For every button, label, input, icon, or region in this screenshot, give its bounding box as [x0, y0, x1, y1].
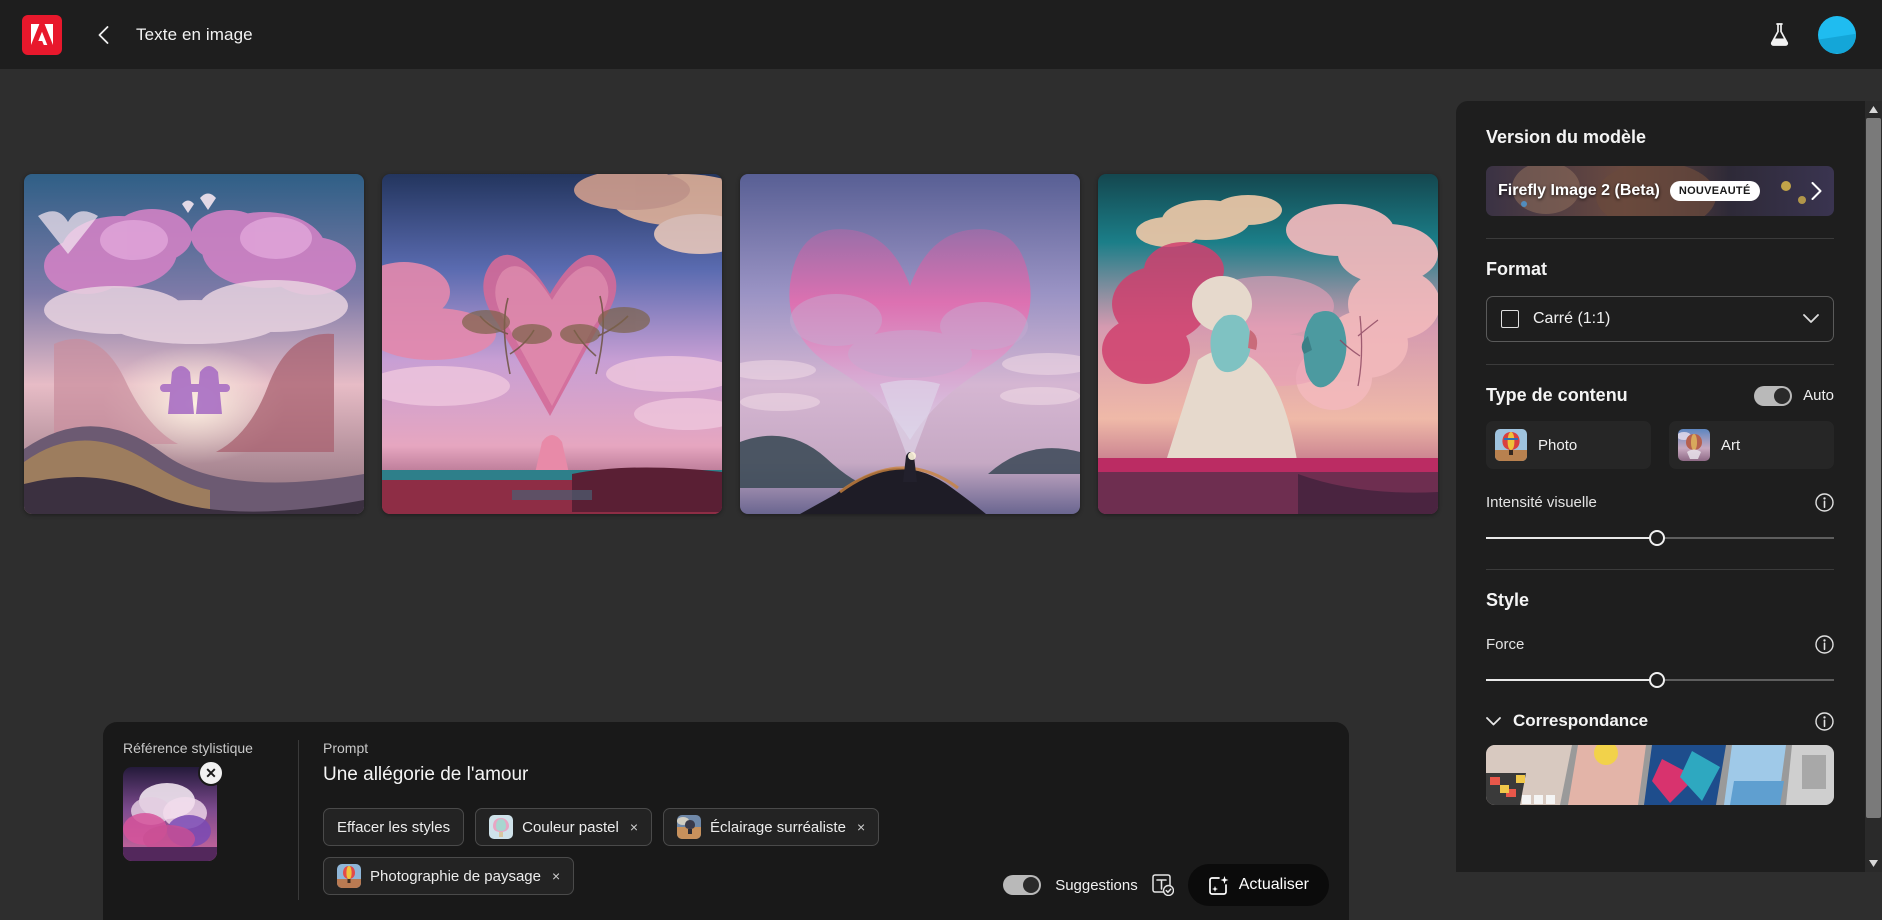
prompt-bar: Référence stylistique ✕ Prompt Une allég…: [103, 722, 1349, 920]
user-avatar[interactable]: [1818, 15, 1856, 54]
scrollbar-thumb[interactable]: [1866, 118, 1881, 818]
style-reference-section: Référence stylistique ✕: [103, 740, 299, 900]
chevron-down-icon: [1803, 314, 1819, 324]
correspondance-preview-strip[interactable]: [1486, 745, 1834, 805]
art-thumbnail: [1678, 429, 1710, 461]
prompt-label: Prompt: [323, 740, 369, 756]
format-heading: Format: [1486, 259, 1548, 279]
content-type-auto-toggle[interactable]: [1754, 385, 1793, 406]
suggestions-label: Suggestions: [1055, 876, 1138, 894]
remove-style-reference-button[interactable]: ✕: [198, 760, 224, 786]
square-icon: [1501, 310, 1519, 328]
visual-intensity-label: Intensité visuelle: [1486, 494, 1597, 511]
remove-chip-icon[interactable]: ×: [857, 819, 865, 835]
model-version-heading: Version du modèle: [1486, 127, 1647, 147]
divider: [1486, 569, 1834, 570]
style-chip-thumbnail: [677, 815, 702, 839]
text-check-icon: [1152, 874, 1174, 896]
generated-image-1[interactable]: [24, 174, 364, 514]
chevron-left-icon: [98, 25, 108, 44]
new-badge: NOUVEAUTÉ: [1669, 181, 1760, 201]
content-type-art[interactable]: Art: [1669, 421, 1834, 469]
style-chip-couleur-pastel[interactable]: Couleur pastel ×: [475, 808, 653, 846]
format-select[interactable]: Carré (1:1): [1486, 296, 1834, 342]
chip-label: Photographie de paysage: [370, 867, 541, 885]
chip-label: Éclairage surréaliste: [710, 818, 846, 836]
remove-chip-icon[interactable]: ×: [630, 819, 638, 835]
toggle-knob: [1023, 877, 1040, 893]
chip-label: Effacer les styles: [337, 818, 451, 836]
force-block: Force: [1486, 635, 1834, 689]
content-type-photo[interactable]: Photo: [1486, 421, 1651, 469]
adobe-logo-icon[interactable]: [22, 14, 62, 55]
info-icon[interactable]: [1815, 635, 1834, 654]
canvas-area: Référence stylistique ✕ Prompt Une allég…: [0, 69, 1456, 920]
content-type-art-label: Art: [1721, 436, 1741, 454]
style-reference-label: Référence stylistique: [123, 740, 253, 756]
prompt-bar-actions: Suggestions Actualiser: [1003, 864, 1329, 906]
topbar-actions: [1762, 15, 1856, 54]
scroll-up-button[interactable]: [1865, 101, 1882, 118]
refresh-button[interactable]: Actualiser: [1187, 864, 1329, 906]
sparkle-image-icon: [1208, 875, 1229, 896]
prompt-section: Prompt Une allégorie de l'amour Effacer …: [299, 740, 1349, 920]
top-bar: Texte en image: [0, 0, 1882, 69]
slider-handle[interactable]: [1648, 530, 1665, 546]
chevron-right-icon: [1811, 182, 1822, 200]
slider-fill: [1486, 537, 1657, 539]
flask-icon[interactable]: [1762, 18, 1796, 52]
divider: [1486, 238, 1834, 239]
content-type-options: Photo Art: [1486, 421, 1834, 469]
visual-intensity-block: Intensité visuelle: [1486, 493, 1834, 547]
content-type-header: Type de contenu Auto: [1486, 385, 1834, 406]
content-type-heading: Type de contenu: [1486, 385, 1628, 405]
info-icon[interactable]: [1815, 493, 1834, 512]
force-slider[interactable]: [1486, 671, 1834, 689]
force-label: Force: [1486, 636, 1525, 653]
visual-intensity-slider[interactable]: [1486, 529, 1834, 547]
settings-panel-scrollbar[interactable]: [1865, 101, 1882, 872]
suggestions-toggle[interactable]: [1003, 875, 1042, 895]
model-name-label: Firefly Image 2 (Beta): [1498, 182, 1660, 199]
generated-image-2[interactable]: [382, 174, 722, 514]
auto-label: Auto: [1803, 387, 1834, 404]
info-icon[interactable]: [1815, 711, 1834, 731]
back-button[interactable]: [86, 18, 120, 52]
clear-styles-button[interactable]: Effacer les styles: [323, 808, 465, 846]
divider: [1486, 364, 1834, 365]
chevron-down-icon: [1486, 716, 1501, 726]
style-heading: Style: [1486, 590, 1530, 610]
style-chip-thumbnail: [337, 864, 361, 888]
style-chip-thumbnail: [489, 815, 514, 839]
triangle-up-icon: [1869, 106, 1878, 113]
style-reference-thumbnail[interactable]: ✕: [123, 760, 224, 861]
toggle-knob: [1774, 387, 1791, 404]
format-value: Carré (1:1): [1533, 310, 1611, 327]
triangle-down-icon: [1869, 860, 1878, 867]
slider-handle[interactable]: [1648, 672, 1665, 688]
refresh-button-label: Actualiser: [1238, 876, 1309, 893]
photo-thumbnail: [1495, 429, 1527, 461]
page-title: Texte en image: [136, 24, 253, 44]
generated-image-4[interactable]: [1098, 174, 1438, 514]
model-version-selector[interactable]: Firefly Image 2 (Beta) NOUVEAUTÉ: [1486, 166, 1834, 216]
style-chip-photographie-de-paysage[interactable]: Photographie de paysage ×: [323, 857, 575, 895]
slider-fill: [1486, 679, 1657, 681]
style-chip-eclairage-surrealiste[interactable]: Éclairage surréaliste ×: [663, 808, 880, 846]
settings-panel: Version du modèle Firefly Image 2 (Beta)…: [1456, 101, 1882, 872]
correspondance-section-toggle[interactable]: Correspondance: [1486, 711, 1834, 731]
remove-chip-icon[interactable]: ×: [552, 868, 560, 884]
generated-images-gallery: [24, 174, 1438, 514]
correspondance-label: Correspondance: [1513, 711, 1649, 730]
scroll-down-button[interactable]: [1865, 855, 1882, 872]
chip-label: Couleur pastel: [522, 818, 619, 836]
content-type-photo-label: Photo: [1538, 436, 1578, 454]
prompt-input[interactable]: Une allégorie de l'amour: [323, 764, 1331, 786]
generated-image-3[interactable]: [740, 174, 1080, 514]
